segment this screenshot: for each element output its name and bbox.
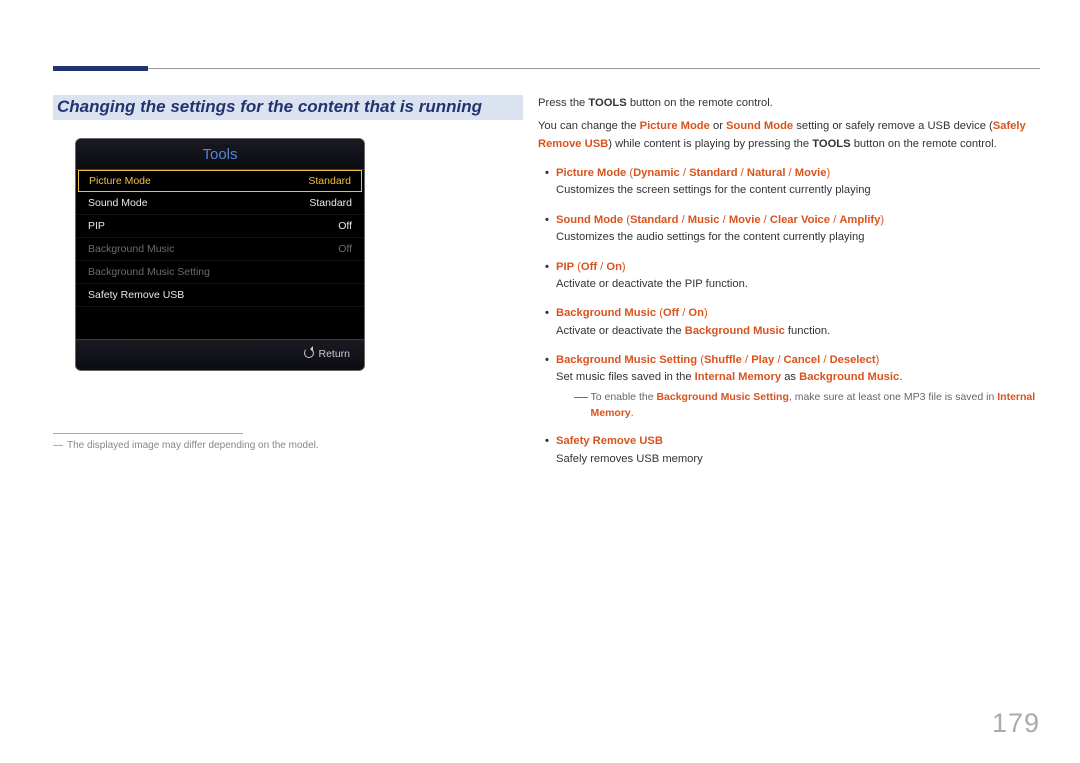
menu-row-label: Background Music — [88, 243, 174, 255]
bullet-desc: Activate or deactivate the Background Mu… — [556, 323, 1040, 340]
tools-menu-panel: Tools Picture Mode Standard Sound Mode S… — [75, 138, 365, 371]
menu-row-label: Sound Mode — [88, 197, 148, 209]
bullet-picture-mode: • Picture Mode (Dynamic / Standard / Nat… — [538, 165, 1040, 200]
bullet-icon: • — [538, 259, 556, 294]
bullet-desc: Safely removes USB memory — [556, 451, 1040, 468]
menu-row-sound-mode: Sound Mode Standard — [76, 192, 364, 215]
menu-row-value: Standard — [309, 197, 352, 209]
return-icon — [304, 348, 314, 358]
bullet-icon: • — [538, 305, 556, 340]
intro-line-1: Press the TOOLS button on the remote con… — [538, 95, 1040, 112]
menu-row-label: Picture Mode — [89, 175, 151, 187]
bullet-subnote: ― To enable the Background Music Setting… — [556, 389, 1040, 422]
bullet-desc: Customizes the screen settings for the c… — [556, 182, 1040, 199]
bullet-desc: Set music files saved in the Internal Me… — [556, 369, 1040, 386]
bullet-icon: • — [538, 165, 556, 200]
bullet-icon: • — [538, 352, 556, 421]
header-accent — [53, 66, 148, 71]
menu-row-label: Background Music Setting — [88, 266, 210, 278]
bullet-sound-mode: • Sound Mode (Standard / Music / Movie /… — [538, 212, 1040, 247]
bullet-pip: • PIP (Off / On) Activate or deactivate … — [538, 259, 1040, 294]
header-rule — [53, 68, 1040, 69]
bullet-desc: Activate or deactivate the PIP function. — [556, 276, 1040, 293]
bullet-safety-remove: • Safety Remove USB Safely removes USB m… — [538, 433, 1040, 468]
footnote-text: The displayed image may differ depending… — [67, 440, 319, 451]
bullet-bg-music-setting: • Background Music Setting (Shuffle / Pl… — [538, 352, 1040, 421]
menu-row-value: Off — [338, 243, 352, 255]
bullet-icon: • — [538, 212, 556, 247]
menu-row-label: PIP — [88, 220, 105, 232]
tools-menu-footer: Return — [76, 339, 364, 370]
dash-icon: ― — [574, 389, 590, 422]
menu-row-value: Off — [338, 220, 352, 232]
menu-row-label: Safety Remove USB — [88, 289, 184, 301]
bullet-desc: Customizes the audio settings for the co… — [556, 229, 1040, 246]
menu-row-safety-remove: Safety Remove USB — [76, 284, 364, 307]
menu-row-pip: PIP Off — [76, 215, 364, 238]
intro-line-2: You can change the Picture Mode or Sound… — [538, 118, 1040, 153]
tools-menu-title: Tools — [76, 139, 364, 170]
bullet-icon: • — [538, 433, 556, 468]
footnote-rule — [53, 433, 243, 434]
menu-row-picture-mode: Picture Mode Standard — [78, 170, 362, 192]
menu-row-bg-music-setting: Background Music Setting — [76, 261, 364, 284]
menu-row-bg-music: Background Music Off — [76, 238, 364, 261]
bullet-bg-music: • Background Music (Off / On) Activate o… — [538, 305, 1040, 340]
left-column: Changing the settings for the content th… — [53, 95, 538, 468]
return-label: Return — [318, 348, 350, 360]
right-column: Press the TOOLS button on the remote con… — [538, 95, 1040, 468]
menu-row-value: Standard — [308, 175, 351, 187]
footnote: ―The displayed image may differ dependin… — [53, 440, 523, 451]
page-number: 179 — [992, 708, 1040, 739]
main-content: Changing the settings for the content th… — [53, 95, 1040, 468]
section-title: Changing the settings for the content th… — [53, 95, 523, 120]
